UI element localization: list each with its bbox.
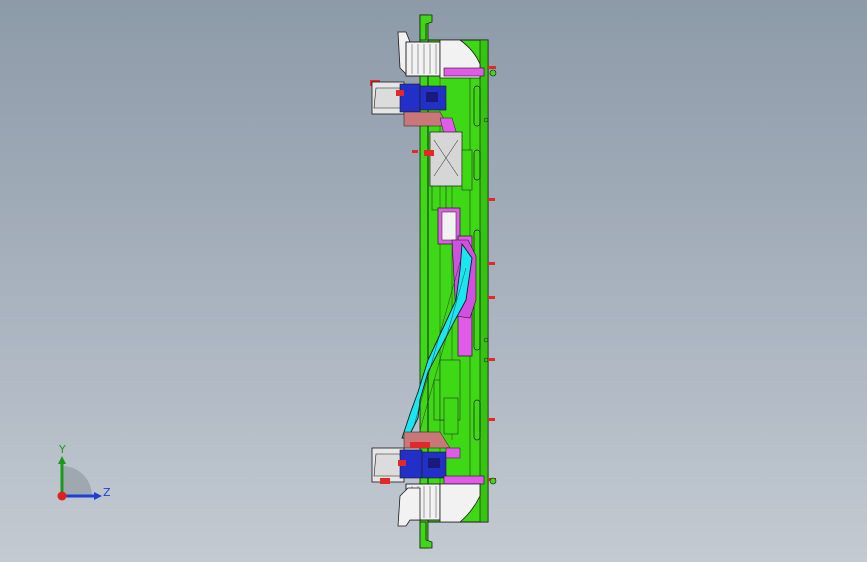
triad-x-axis-origin (57, 491, 67, 501)
cad-graphics-viewport[interactable]: Y Z (0, 0, 867, 562)
z-axis-label: Z (103, 486, 111, 499)
coordinate-triad (57, 456, 102, 501)
y-axis-label: Y (59, 443, 66, 456)
plate-right-rail (479, 39, 489, 523)
fixture-model[interactable] (0, 0, 867, 562)
triad-plane-quadrant (62, 466, 92, 496)
